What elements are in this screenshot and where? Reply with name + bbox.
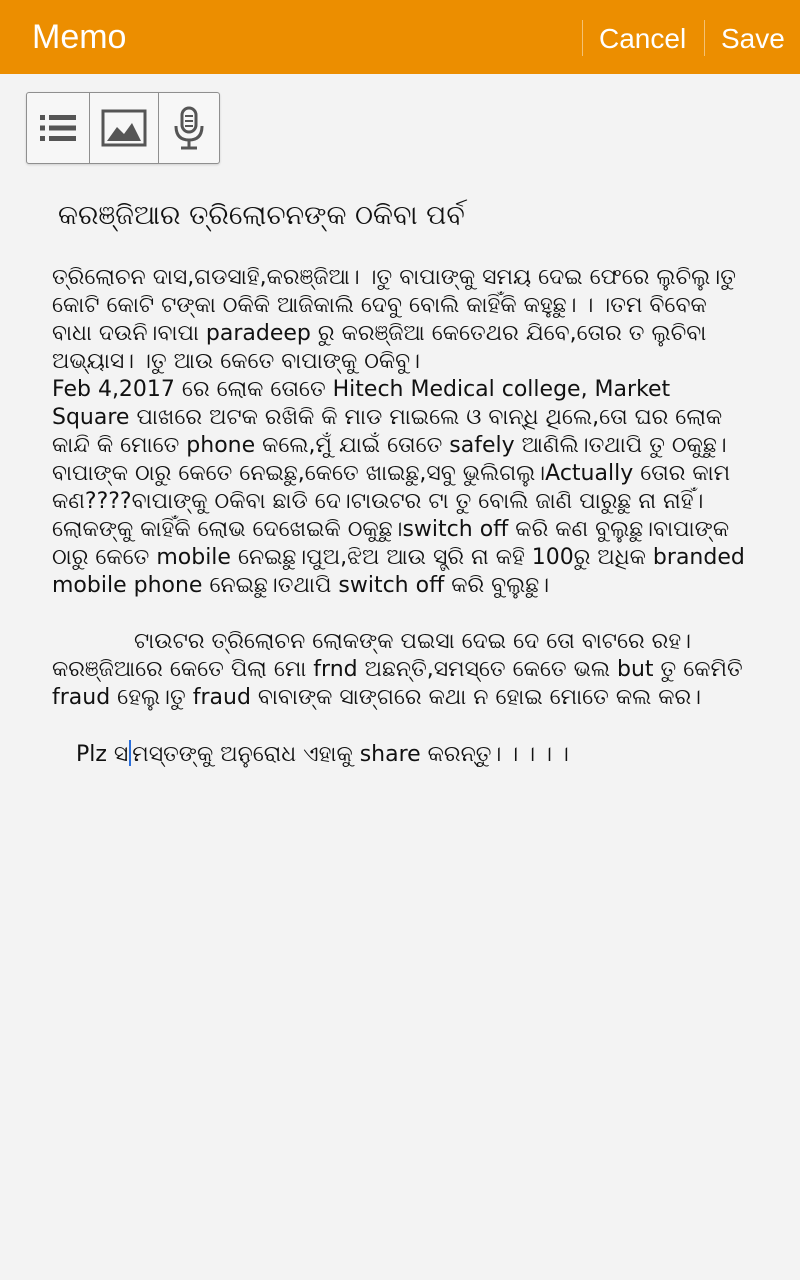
checklist-button[interactable] [27, 93, 90, 163]
memo-paragraph: Feb 4,2017 ରେ ଲୋକ ତୋତେ Hitech Medical co… [52, 377, 745, 598]
closing-text-start: Plz ସ [76, 742, 129, 767]
app-bar: Memo Cancel Save [0, 0, 800, 74]
list-icon [40, 115, 76, 141]
memo-closing-line: Plz ସ ମସ୍ତଙ୍କୁ ଅନୁରୋଧ ଏହାକୁ share କରନ୍ତୁ।… [52, 740, 752, 769]
closing-text-end: ମସ୍ତଙ୍କୁ ଅନୁରୋଧ ଏହାକୁ share କରନ୍ତୁ। । । … [132, 742, 569, 767]
microphone-icon [174, 106, 204, 150]
insert-image-button[interactable] [90, 93, 159, 163]
text-cursor [129, 740, 132, 766]
voice-input-button[interactable] [159, 93, 219, 163]
insert-toolbar [26, 92, 220, 164]
app-title: Memo [32, 18, 127, 56]
image-icon [101, 109, 147, 147]
memo-title[interactable]: କରଞ୍ଜିଆର ତ୍ରିଲୋଚନଙ୍କ ଠକିବା ପର୍ବ [58, 196, 758, 236]
cancel-button[interactable]: Cancel [599, 22, 686, 56]
memo-body-editor[interactable]: ତ୍ରିଲୋଚନ ଦାସ,ଗଡସାହି,କରଞ୍ଜିଆ। ।ତୁ ବାପାଙ୍କ… [52, 264, 752, 769]
divider [582, 20, 583, 56]
divider [704, 20, 705, 56]
memo-paragraph: ତ୍ରିଲୋଚନ ଦାସ,ଗଡସାହି,କରଞ୍ଜିଆ। ।ତୁ ବାପାଙ୍କ… [52, 265, 736, 374]
memo-paragraph: ଟାଉଟର ତ୍ରିଲୋଚନ ଲୋକଙ୍କ ପଇସା ଦେଇ ଦେ ତୋ ବାଟ… [52, 629, 743, 710]
save-button[interactable]: Save [721, 22, 785, 56]
